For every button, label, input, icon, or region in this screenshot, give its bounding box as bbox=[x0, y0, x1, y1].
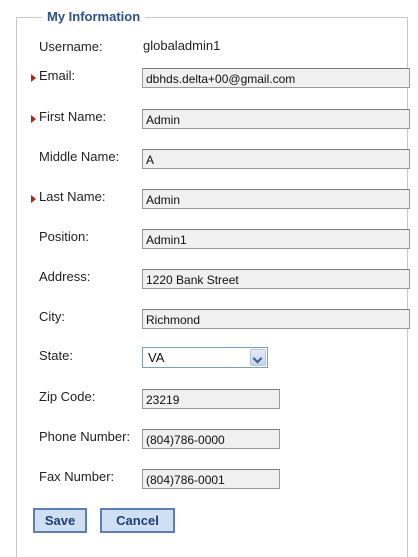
first-name-label: First Name: bbox=[39, 109, 107, 124]
save-button[interactable]: Save bbox=[33, 508, 87, 533]
phone-number-label: Phone Number: bbox=[39, 429, 131, 444]
username-row: Username: globaladmin1 bbox=[0, 36, 418, 64]
state-label: State: bbox=[39, 348, 73, 363]
address-label: Address: bbox=[39, 269, 91, 284]
first-name-field[interactable] bbox=[142, 109, 410, 129]
email-field[interactable] bbox=[142, 68, 410, 88]
phone-number-field[interactable] bbox=[142, 429, 280, 449]
username-label: Username: bbox=[39, 39, 103, 54]
middle-name-row: Middle Name: bbox=[0, 146, 418, 174]
last-name-field[interactable] bbox=[142, 189, 410, 209]
required-marker-icon bbox=[31, 195, 36, 203]
fax-number-row: Fax Number: bbox=[0, 466, 418, 494]
state-row: State: VA bbox=[0, 345, 418, 373]
fax-number-field[interactable] bbox=[142, 469, 280, 489]
city-label: City: bbox=[39, 309, 65, 324]
position-label: Position: bbox=[39, 229, 89, 244]
username-value: globaladmin1 bbox=[143, 38, 221, 53]
state-selected-value: VA bbox=[148, 350, 165, 365]
section-legend: My Information bbox=[42, 8, 146, 26]
last-name-row: Last Name: bbox=[0, 186, 418, 214]
first-name-row: First Name: bbox=[0, 106, 418, 134]
zip-code-label: Zip Code: bbox=[39, 389, 96, 404]
chevron-down-icon[interactable] bbox=[250, 349, 266, 366]
middle-name-label: Middle Name: bbox=[39, 149, 120, 164]
phone-number-row: Phone Number: bbox=[0, 426, 418, 454]
zip-code-row: Zip Code: bbox=[0, 386, 418, 414]
zip-code-field[interactable] bbox=[142, 389, 280, 409]
cancel-button[interactable]: Cancel bbox=[100, 508, 175, 533]
position-field[interactable] bbox=[142, 229, 410, 249]
address-row: Address: bbox=[0, 266, 418, 294]
state-select[interactable]: VA bbox=[142, 347, 268, 368]
fax-number-label: Fax Number: bbox=[39, 469, 115, 484]
email-label: Email: bbox=[39, 68, 76, 83]
city-row: City: bbox=[0, 306, 418, 334]
city-field[interactable] bbox=[142, 309, 410, 329]
address-field[interactable] bbox=[142, 269, 410, 289]
required-marker-icon bbox=[31, 74, 36, 82]
email-row: Email: bbox=[0, 65, 418, 93]
required-marker-icon bbox=[31, 115, 36, 123]
middle-name-field[interactable] bbox=[142, 149, 410, 169]
position-row: Position: bbox=[0, 226, 418, 254]
last-name-label: Last Name: bbox=[39, 189, 106, 204]
